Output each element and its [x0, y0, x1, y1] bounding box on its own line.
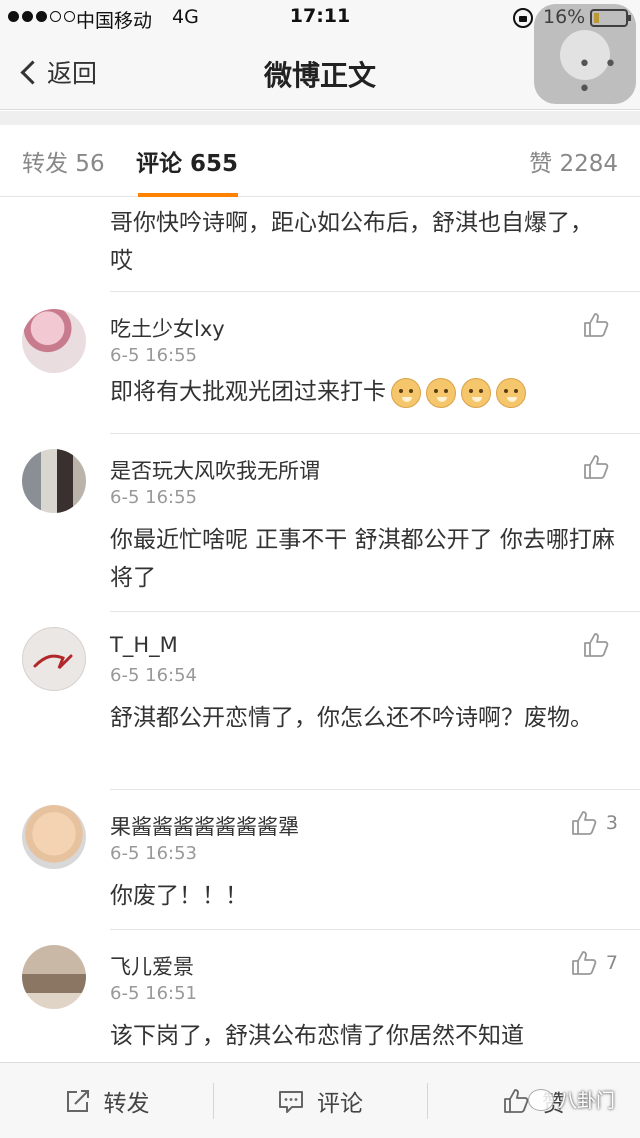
username[interactable]: 吃土少女lxy: [110, 313, 225, 343]
tab-bar: 转发 56 评论 655 赞 2284: [0, 125, 640, 197]
tab-reposts[interactable]: 转发 56: [22, 144, 105, 178]
comment-label: 评论: [317, 1091, 363, 1117]
comment-text: 你最近忙啥呢 正事不干 舒淇都公开了 你去哪打麻将了: [110, 527, 615, 591]
divider: [110, 291, 640, 292]
comment-text: 舒淇都公开恋情了，你怎么还不吟诗啊？废物。: [110, 705, 593, 731]
thumbs-up-icon: [584, 455, 609, 479]
like-button[interactable]: [582, 453, 618, 481]
divider: [110, 929, 640, 930]
comment-text: 哥你快吟诗啊，距心如公布后，舒淇也自爆了，哎: [110, 210, 593, 274]
avatar[interactable]: [22, 945, 86, 1009]
username[interactable]: 果酱酱酱酱酱酱酱犟: [110, 811, 299, 841]
timestamp: 6-5 16:53: [110, 843, 197, 864]
like-button[interactable]: 3: [570, 809, 618, 837]
thumbs-up-icon: [584, 633, 609, 657]
doge-emoji-icon: [496, 377, 526, 408]
like-button[interactable]: 7: [570, 949, 618, 977]
username[interactable]: 是否玩大风吹我无所谓: [110, 455, 320, 485]
rotation-lock-icon: [513, 8, 533, 28]
divider: [110, 611, 640, 612]
like-button[interactable]: [582, 311, 618, 339]
thumbs-up-icon: [572, 951, 597, 975]
comment-text: 该下岗了，舒淇公布恋情了你居然不知道: [110, 1023, 524, 1049]
comment-icon: [279, 1091, 303, 1113]
repost-button[interactable]: 转发: [0, 1063, 213, 1138]
doge-emoji-icon: [391, 377, 421, 408]
comment-text: 即将有大批观光团过来打卡: [110, 379, 386, 405]
comment-item: 吃土少女lxy 6-5 16:55 即将有大批观光团过来打卡: [0, 291, 640, 433]
doge-emoji-icon: [426, 377, 456, 408]
back-label: 返回: [47, 59, 98, 88]
username[interactable]: 飞儿爱景: [110, 951, 194, 981]
like-count: 7: [605, 952, 618, 974]
tab-comments[interactable]: 评论 655: [136, 144, 238, 178]
like-count: 3: [605, 812, 618, 834]
share-icon: [66, 1090, 89, 1112]
chevron-left-icon: [20, 59, 45, 85]
comment-item: 是否玩大风吹我无所谓 6-5 16:55 你最近忙啥呢 正事不干 舒淇都公开了 …: [0, 433, 640, 611]
repost-label: 转发: [103, 1091, 150, 1117]
avatar[interactable]: [22, 449, 86, 513]
comment-text-row: 即将有大批观光团过来打卡: [110, 373, 620, 411]
doge-emoji-icon: [461, 377, 491, 408]
comment-list[interactable]: 哥你快吟诗啊，距心如公布后，舒淇也自爆了，哎 吃土少女lxy 6-5 16:55…: [0, 198, 640, 1060]
more-options-button[interactable]: • • •: [578, 52, 640, 102]
thumbs-up-icon: [584, 313, 609, 337]
back-button[interactable]: 返回: [18, 54, 97, 90]
wechat-icon: [528, 1088, 554, 1111]
comment-item: 飞儿爱景 6-5 16:51 该下岗了，舒淇公布恋情了你居然不知道 7: [0, 929, 640, 1060]
divider: [110, 789, 640, 790]
watermark-text: 八卦门: [558, 1090, 616, 1112]
avatar[interactable]: [22, 627, 86, 691]
tab-likes[interactable]: 赞 2284: [529, 144, 618, 178]
avatar[interactable]: [22, 805, 86, 869]
thumbs-up-icon: [572, 811, 597, 835]
divider: [110, 433, 640, 434]
section-gap: [0, 111, 640, 125]
timestamp: 6-5 16:55: [110, 345, 197, 366]
timestamp: 6-5 16:51: [110, 983, 197, 1004]
thumbs-up-icon: [504, 1089, 529, 1113]
username[interactable]: T_H_M: [110, 633, 178, 657]
comment-item: T_H_M 6-5 16:54 舒淇都公开恋情了，你怎么还不吟诗啊？废物。: [0, 611, 640, 789]
timestamp: 6-5 16:54: [110, 665, 197, 686]
avatar[interactable]: [22, 309, 86, 373]
timestamp: 6-5 16:55: [110, 487, 197, 508]
comment-text: 你废了！！！: [110, 883, 248, 909]
watermark: 八卦门: [528, 1086, 615, 1113]
active-tab-indicator: [138, 193, 238, 197]
comment-item: 果酱酱酱酱酱酱酱犟 6-5 16:53 你废了！！！ 3: [0, 789, 640, 929]
comment-button[interactable]: 评论: [213, 1063, 427, 1138]
like-button[interactable]: [582, 631, 618, 659]
